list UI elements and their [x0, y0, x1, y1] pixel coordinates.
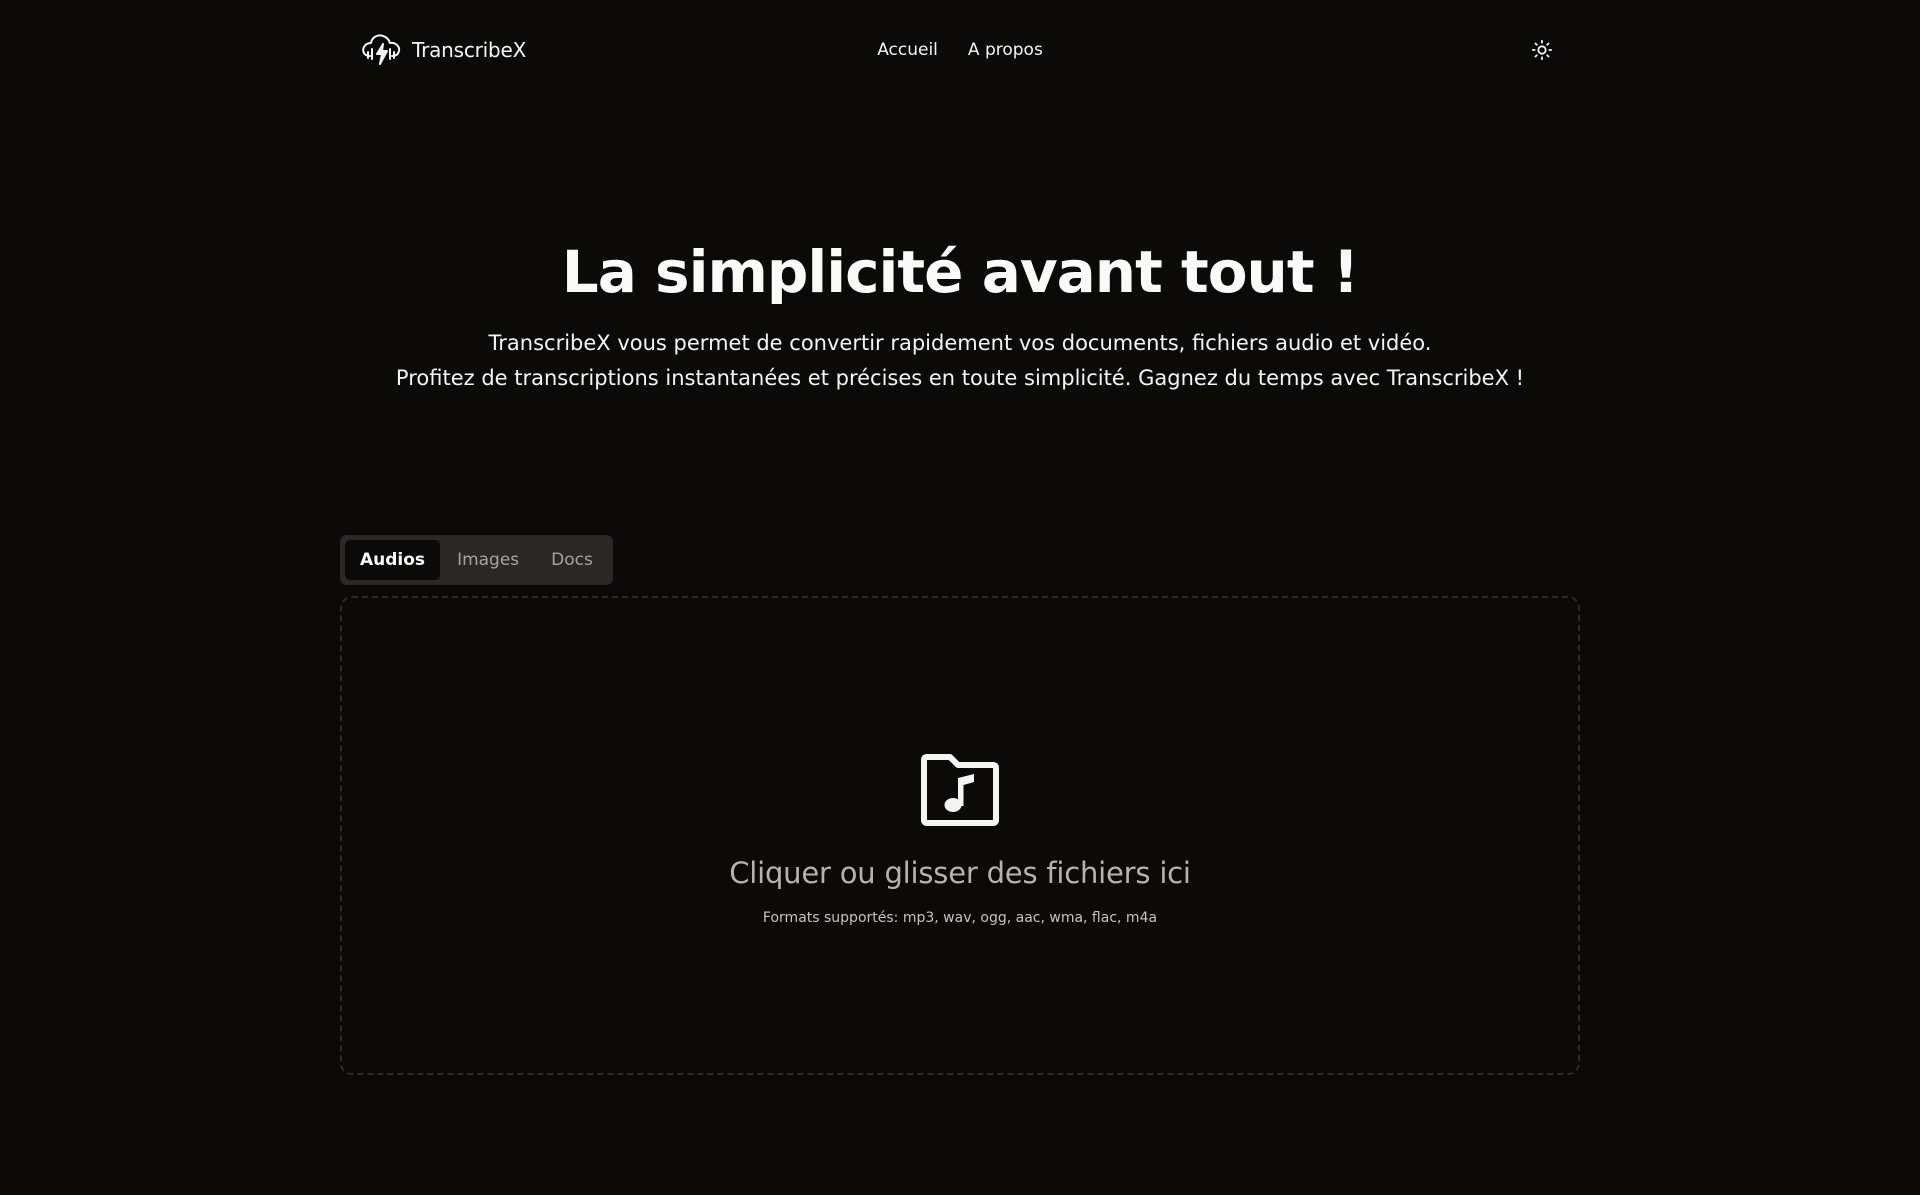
music-folder-icon — [921, 753, 999, 826]
sun-icon — [1531, 39, 1553, 61]
supported-formats: Formats supportés: mp3, wav, ogg, aac, w… — [762, 909, 1158, 926]
tab-audios[interactable]: Audios — [345, 540, 441, 580]
file-type-tabs: Audios Images Docs — [340, 535, 613, 585]
hero-section: La simplicité avant tout ! TranscribeX v… — [0, 232, 1920, 396]
hero-subtitle-line-2: Profitez de transcriptions instantanées … — [395, 366, 1525, 390]
main-nav: Accueil A propos — [877, 40, 1043, 60]
nav-link-accueil[interactable]: Accueil — [877, 40, 938, 60]
hero-subtitle-line-1: TranscribeX vous permet de convertir rap… — [488, 331, 1432, 355]
dropzone-title: Cliquer ou glisser des fichiers ici — [729, 855, 1191, 890]
page: TranscribeX Accueil A propos La simplici… — [0, 0, 1920, 1195]
file-dropzone[interactable]: Cliquer ou glisser des fichiers ici Form… — [340, 596, 1580, 1075]
brand-name: TranscribeX — [412, 38, 527, 62]
theme-toggle-button[interactable] — [1524, 32, 1560, 68]
top-header: TranscribeX Accueil A propos — [340, 0, 1580, 100]
nav-link-a-propos[interactable]: A propos — [968, 40, 1043, 60]
tab-images[interactable]: Images — [442, 540, 534, 580]
brand-link[interactable]: TranscribeX — [360, 32, 526, 68]
tab-docs[interactable]: Docs — [536, 540, 608, 580]
hero-subtitle: TranscribeX vous permet de convertir rap… — [0, 326, 1920, 396]
hero-title: La simplicité avant tout ! — [561, 238, 1359, 306]
cloud-bolt-logo-icon — [362, 34, 401, 65]
